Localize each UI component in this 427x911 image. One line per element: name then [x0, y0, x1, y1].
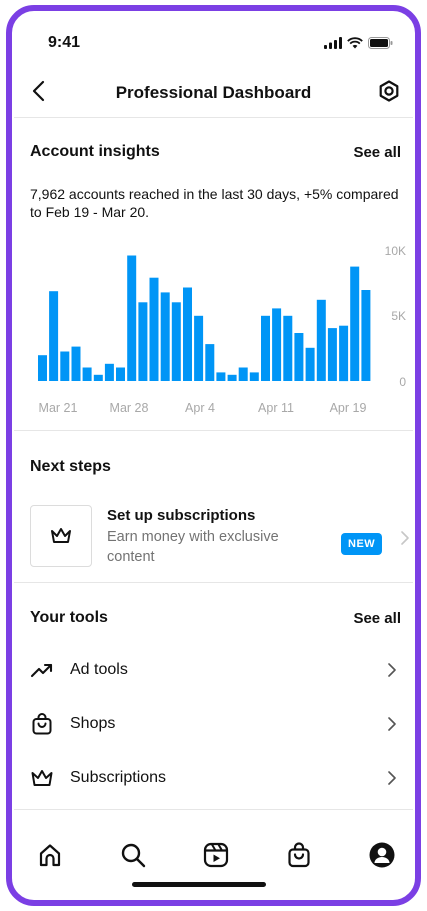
- y-tick-label: 0: [399, 375, 406, 389]
- tool-label: Subscriptions: [70, 769, 167, 786]
- insights-summary: 7,962 accounts reached in the last 30 da…: [30, 186, 399, 220]
- chart-bar: [261, 315, 270, 381]
- tool-row-ad-tools[interactable]: Ad tools: [14, 643, 413, 697]
- card-description: Earn money with exclusive content: [107, 529, 279, 565]
- y-tick-label: 5K: [391, 309, 406, 323]
- status-bar: 9:41: [14, 13, 413, 65]
- chart-bar: [249, 372, 259, 381]
- chart-bar: [361, 290, 371, 381]
- chart-bar: [138, 302, 148, 381]
- x-tick-label: Apr 11: [258, 401, 294, 415]
- settings-gear-icon[interactable]: [377, 79, 401, 103]
- chart-bar: [194, 315, 204, 381]
- bottom-tab-bar: [14, 827, 413, 885]
- chart-bar: [93, 374, 103, 381]
- reach-bar-chart: 10K 5K 0 Mar 21 Mar 28 Apr 4 Apr 11 Apr 19: [38, 244, 406, 415]
- chart-bar: [149, 277, 159, 381]
- chart-bar: [272, 308, 282, 381]
- chart-bar: [104, 363, 114, 381]
- x-tick-label: Apr 4: [185, 401, 215, 415]
- chart-bar: [216, 372, 226, 381]
- reels-icon[interactable]: [202, 841, 230, 869]
- chart-bar: [127, 255, 137, 381]
- chart-bar: [160, 292, 170, 381]
- shopping-bag-icon: [32, 713, 52, 735]
- home-icon[interactable]: [36, 841, 64, 869]
- chevron-right-icon: [401, 531, 409, 545]
- chart-bar: [305, 347, 315, 381]
- tool-label: Shops: [70, 715, 116, 732]
- chevron-right-icon: [388, 717, 396, 731]
- status-icons: [324, 37, 393, 49]
- insights-see-all-link[interactable]: See all: [353, 144, 401, 161]
- device-frame: 9:41 Professional Dashboard Account insi…: [6, 5, 421, 906]
- search-icon[interactable]: [119, 841, 147, 869]
- insights-title: Account insights: [30, 143, 160, 160]
- tools-title: Your tools: [30, 609, 108, 626]
- nav-header: Professional Dashboard: [14, 65, 413, 118]
- chart-bar: [294, 333, 304, 381]
- next-steps-title: Next steps: [30, 458, 111, 475]
- chart-bar: [238, 367, 248, 381]
- chart-bar: [60, 351, 70, 381]
- x-tick-label: Apr 19: [330, 401, 367, 415]
- x-tick-label: Mar 21: [39, 401, 78, 415]
- x-tick-label: Mar 28: [110, 401, 149, 415]
- tool-row-shops[interactable]: Shops: [14, 697, 413, 751]
- tool-row-subscriptions[interactable]: Subscriptions: [14, 751, 413, 805]
- chevron-right-icon: [388, 663, 396, 677]
- chart-bar: [350, 266, 360, 381]
- trending-up-icon: [30, 663, 53, 678]
- chart-bar: [171, 302, 181, 381]
- screen: 9:41 Professional Dashboard Account insi…: [14, 13, 413, 898]
- chart-bar: [205, 344, 215, 381]
- chevron-right-icon: [388, 771, 396, 785]
- profile-icon[interactable]: [368, 841, 396, 869]
- divider: [14, 809, 413, 810]
- card-title: Set up subscriptions: [107, 507, 256, 524]
- divider: [14, 582, 413, 583]
- chart-bar: [116, 367, 125, 381]
- new-badge: NEW: [341, 533, 383, 555]
- chart-bar: [327, 328, 337, 381]
- tools-see-all-link[interactable]: See all: [353, 610, 401, 627]
- chart-bar: [71, 346, 81, 381]
- chart-bar: [227, 374, 237, 381]
- status-time: 9:41: [48, 34, 81, 51]
- chart-bar: [38, 355, 47, 381]
- signal-icon: [324, 37, 342, 49]
- crown-icon: [31, 770, 53, 786]
- shop-icon[interactable]: [285, 841, 313, 869]
- page-title: Professional Dashboard: [115, 83, 312, 102]
- battery-icon: [368, 37, 393, 49]
- crown-icon: [51, 528, 71, 543]
- chart-bar: [82, 367, 92, 381]
- chart-bar: [183, 287, 192, 381]
- chart-bar: [283, 315, 293, 381]
- chart-bar: [339, 325, 349, 382]
- chart-bar: [316, 299, 326, 381]
- divider: [14, 430, 413, 431]
- card-icon-box: [30, 505, 92, 567]
- y-tick-label: 10K: [385, 244, 406, 258]
- wifi-icon: [347, 37, 363, 49]
- chart-bar: [49, 291, 59, 381]
- home-indicator[interactable]: [132, 882, 266, 887]
- tool-label: Ad tools: [70, 661, 128, 678]
